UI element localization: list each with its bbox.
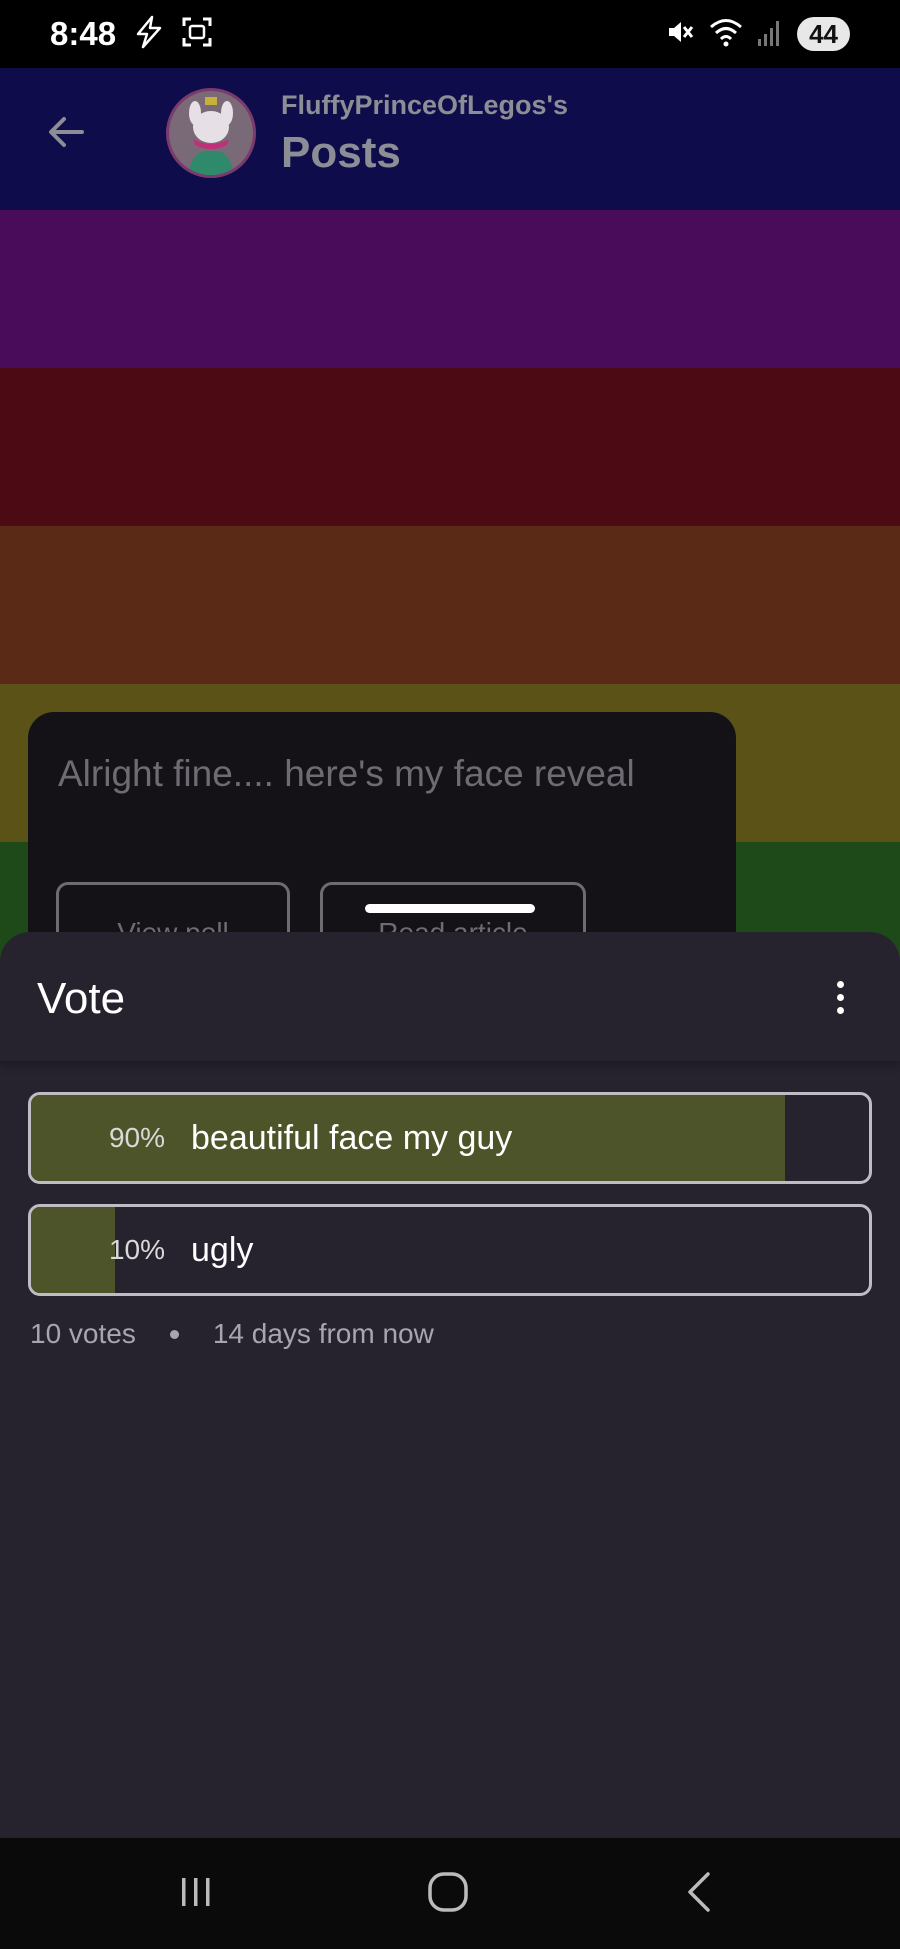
arrow-left-icon [44, 110, 88, 159]
mute-icon [665, 17, 695, 52]
poll-option-percent: 90% [108, 1122, 165, 1153]
status-time: 8:48 [50, 15, 117, 52]
home-button[interactable] [418, 1866, 478, 1922]
post-title: Alright fine.... here's my face reveal [58, 753, 635, 794]
system-back-button[interactable] [670, 1866, 730, 1922]
more-options-icon[interactable] [820, 977, 860, 1017]
stripe-purple [0, 210, 900, 368]
poll-option-percent: 10% [108, 1234, 165, 1265]
status-bar: 8:48 44 [0, 0, 900, 68]
poll-meta: 10 votes 14 days from now [30, 1318, 434, 1350]
system-nav-bar [0, 1838, 900, 1949]
signal-icon [757, 17, 783, 52]
home-icon [426, 1870, 470, 1919]
avatar[interactable] [166, 88, 256, 178]
recent-apps-icon [176, 1872, 216, 1917]
vote-count: 10 votes [30, 1318, 136, 1349]
app-header: FluffyPrinceOfLegos's Posts [0, 68, 900, 208]
flash-icon [132, 15, 166, 54]
wifi-icon [709, 17, 743, 52]
page-title: Posts [281, 128, 401, 177]
stripe-orange [0, 526, 900, 684]
chevron-left-icon [680, 1870, 720, 1919]
poll-option-label: beautiful face my guy [191, 1118, 513, 1157]
avatar-image [169, 91, 253, 175]
battery-indicator: 44 [797, 17, 850, 51]
poll-option[interactable]: 10% ugly [28, 1204, 872, 1296]
sheet-header: Vote [0, 932, 900, 1062]
vote-bottom-sheet: Vote 90% beautiful face my guy 10% ugly … [0, 932, 900, 1838]
poll-deadline: 14 days from now [212, 1318, 434, 1349]
header-subtitle: FluffyPrinceOfLegos's [281, 90, 568, 120]
poll-option-label: ugly [191, 1230, 254, 1269]
separator-dot [169, 1329, 179, 1339]
screenshot-icon [180, 15, 214, 54]
poll-option[interactable]: 90% beautiful face my guy [28, 1092, 872, 1184]
drag-handle[interactable] [365, 904, 535, 913]
stripe-red [0, 368, 900, 526]
back-button[interactable] [40, 108, 92, 160]
sheet-title: Vote [37, 974, 126, 1023]
recent-apps-button[interactable] [166, 1866, 226, 1922]
